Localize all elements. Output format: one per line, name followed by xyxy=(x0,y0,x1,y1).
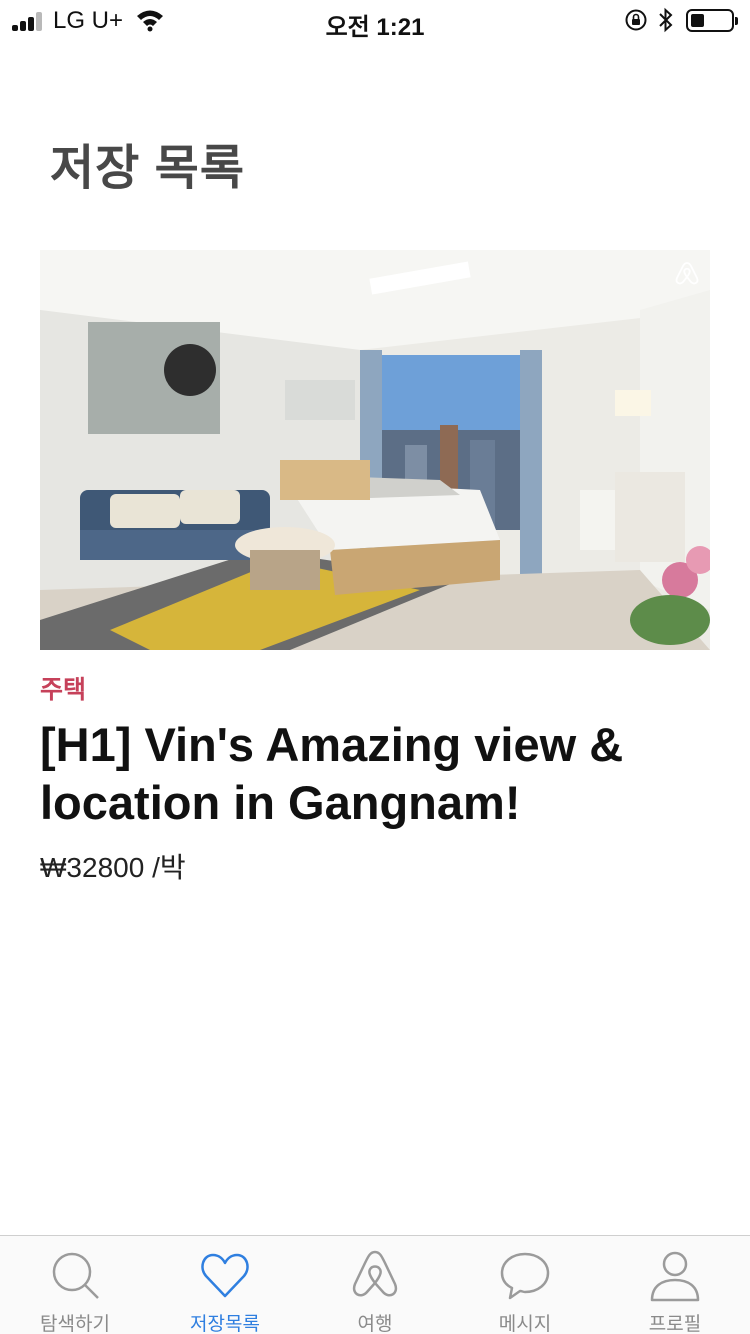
listing-price: ₩32800 /박 xyxy=(40,852,186,883)
person-icon xyxy=(650,1251,700,1302)
tab-trips[interactable]: 여행 xyxy=(300,1236,450,1334)
tab-label: 메시지 xyxy=(498,1314,552,1334)
airbnb-logo-icon xyxy=(352,1250,398,1297)
listing-card[interactable]: 주택 [H1] Vin's Amazing view & location in… xyxy=(40,250,710,886)
tab-label: 저장목록 xyxy=(190,1314,260,1334)
tab-label: 탐색하기 xyxy=(40,1314,110,1334)
battery-icon xyxy=(686,9,738,32)
listing-category: 주택 xyxy=(40,676,87,704)
search-icon xyxy=(52,1252,99,1299)
bluetooth-icon xyxy=(659,7,673,33)
airbnb-logo-icon xyxy=(675,262,699,285)
tab-explore[interactable]: 탐색하기 xyxy=(0,1236,150,1334)
listing-photo[interactable] xyxy=(40,250,710,650)
tab-saved[interactable]: 저장목록 xyxy=(150,1236,300,1334)
speech-bubble-icon xyxy=(500,1252,550,1300)
heart-icon xyxy=(201,1253,249,1298)
tab-profile[interactable]: 프로필 xyxy=(600,1236,750,1334)
status-bar: LG U+ 오전 1:21 xyxy=(0,0,750,41)
tab-label: 프로필 xyxy=(648,1314,702,1334)
rotation-lock-icon xyxy=(625,9,647,31)
tab-label: 여행 xyxy=(357,1314,393,1334)
page-title: 저장 목록 xyxy=(50,142,245,195)
tab-messages[interactable]: 메시지 xyxy=(450,1236,600,1334)
listing-title[interactable]: [H1] Vin's Amazing view & location in Ga… xyxy=(40,716,700,832)
tab-bar: 탐색하기 저장목록 여행 메시지 프로필 xyxy=(0,1235,750,1334)
